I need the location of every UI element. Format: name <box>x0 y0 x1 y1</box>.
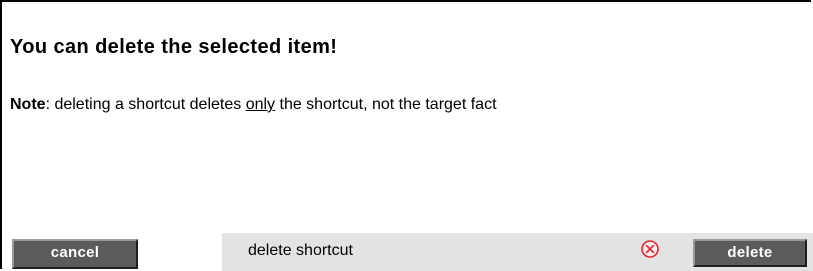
circle-x-icon <box>641 240 659 258</box>
note-text: Note: deleting a shortcut deletes only t… <box>10 96 497 114</box>
remove-icon[interactable] <box>640 239 660 259</box>
note-emphasis: only <box>245 96 276 113</box>
note-text-before: : deleting a shortcut deletes <box>45 96 246 113</box>
note-text-after: the shortcut, not the target fact <box>275 96 497 113</box>
cancel-button[interactable]: cancel <box>12 239 138 269</box>
delete-button[interactable]: delete <box>693 239 807 267</box>
delete-bar: delete shortcut delete <box>222 233 813 271</box>
dialog-title: You can delete the selected item! <box>10 36 338 58</box>
delete-item-label: delete shortcut <box>248 242 353 259</box>
note-label: Note <box>10 96 46 113</box>
